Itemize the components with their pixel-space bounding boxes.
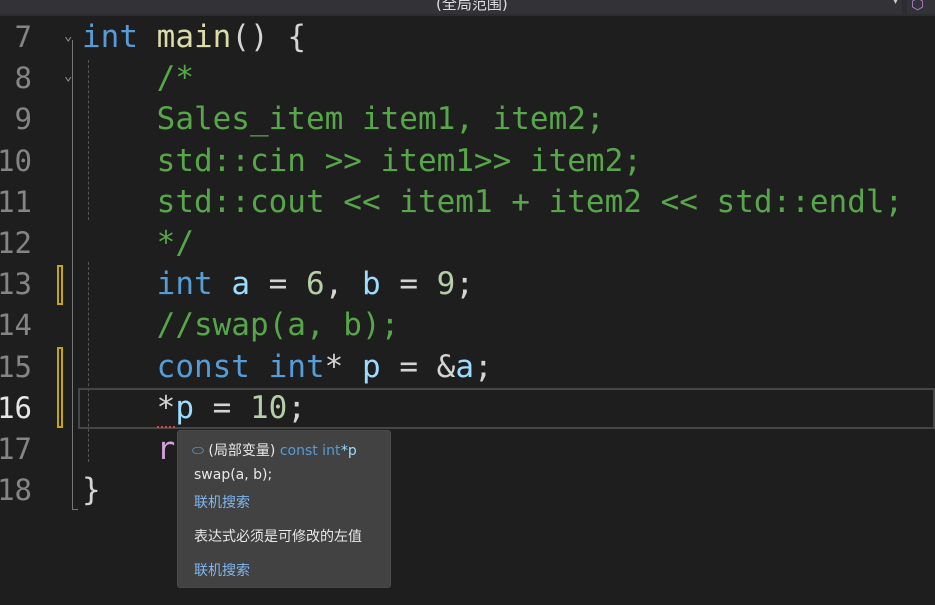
global-scope-dropdown[interactable]: (全局范围) ▾ xyxy=(412,0,902,14)
code-token: , xyxy=(324,266,362,303)
code-text: int a = 6, b = 9; xyxy=(82,264,474,305)
line-number: 7 xyxy=(14,20,32,54)
code-token: * xyxy=(324,348,362,385)
code-text: std::cout << item1 + item2 << std::endl; xyxy=(82,182,904,223)
fold-bracket xyxy=(72,40,78,510)
line-number: 10 xyxy=(0,143,32,178)
code-line[interactable]: 8 /* xyxy=(0,58,935,99)
code-text: /* xyxy=(82,58,194,99)
code-token: = & xyxy=(380,348,456,385)
code-token: */ xyxy=(82,225,194,261)
fold-toggle-icon[interactable]: ⌄ xyxy=(64,68,72,84)
line-number: 8 xyxy=(14,61,32,96)
signature-name: *p xyxy=(336,443,357,459)
code-token: a xyxy=(231,266,250,303)
search-online-link[interactable]: 联机搜索 xyxy=(194,560,250,580)
member-dropdown[interactable]: ⬡ xyxy=(907,0,935,14)
code-line[interactable]: 15 const int* p = &a; xyxy=(0,347,935,388)
code-text: int main() { xyxy=(82,17,306,58)
line-number: 18 xyxy=(0,473,32,508)
code-text: Sales_item item1, item2; xyxy=(82,99,605,140)
code-text: //swap(a, b); xyxy=(82,305,400,346)
code-line[interactable]: 18} xyxy=(0,470,935,511)
error-squiggle xyxy=(157,424,175,428)
code-token: int xyxy=(82,19,138,55)
code-token: std::cin >> item1>> item2; xyxy=(82,142,642,179)
dropdown-value: (全局范围) xyxy=(436,0,508,13)
code-token: () { xyxy=(231,19,306,55)
signature-type: const int xyxy=(279,443,341,459)
error-message: 表达式必须是可修改的左值 xyxy=(194,529,362,545)
code-text: */ xyxy=(82,223,194,264)
search-online-link[interactable]: 联机搜索 xyxy=(194,492,250,512)
code-line[interactable]: 7 int main() { xyxy=(0,17,935,58)
code-token: //swap(a, b); xyxy=(82,307,400,344)
code-token: a xyxy=(455,348,474,385)
change-marker xyxy=(57,347,63,428)
code-token: const xyxy=(156,348,250,385)
code-token: std::cout << item1 + item2 << std::endl; xyxy=(82,183,904,220)
code-line[interactable]: 11 std::cout << item1 + item2 << std::en… xyxy=(0,182,935,223)
symbol-kind: (局部变量) xyxy=(208,443,276,459)
code-text: r xyxy=(82,429,176,470)
code-token: /* xyxy=(82,60,194,97)
code-line[interactable]: 9 Sales_item item1, item2; xyxy=(0,99,935,140)
line-number: 16 xyxy=(0,390,32,425)
code-token: ; xyxy=(455,266,475,303)
code-token: = xyxy=(250,266,306,303)
chevron-down-icon: ▾ xyxy=(892,0,898,7)
line-number: 14 xyxy=(0,308,32,343)
code-line[interactable]: 14 //swap(a, b); xyxy=(0,305,935,346)
change-marker xyxy=(57,265,63,305)
indent-guide xyxy=(88,262,89,462)
code-token: main xyxy=(156,19,232,55)
doc-comment: swap(a, b); xyxy=(194,467,273,483)
code-line[interactable]: 17 r xyxy=(0,429,935,470)
code-token: p xyxy=(361,348,381,385)
code-line[interactable]: 12 */ xyxy=(0,223,935,264)
code-token: int xyxy=(156,266,213,303)
code-line[interactable]: 10 std::cin >> item1>> item2; xyxy=(0,141,935,182)
code-token: int xyxy=(268,348,325,385)
code-text: std::cin >> item1>> item2; xyxy=(82,141,642,182)
code-token: b xyxy=(362,266,381,303)
code-token: = xyxy=(380,266,437,303)
code-token: 9 xyxy=(436,266,456,303)
local-variable-icon: ⬭ xyxy=(192,443,204,459)
navigation-bar: ▾ (全局范围) ▾ ⬡ xyxy=(0,0,935,16)
quick-info-tooltip: ⬭ (局部变量) const int *p swap(a, b); 联机搜索 表… xyxy=(177,430,391,588)
code-token: r xyxy=(156,431,176,467)
code-token: Sales_item item1, item2; xyxy=(82,101,605,138)
line-number: 11 xyxy=(0,184,32,219)
code-token: ; xyxy=(473,348,493,385)
code-token: } xyxy=(82,472,101,509)
cube-icon: ⬡ xyxy=(911,0,925,13)
indent-guide xyxy=(88,60,89,220)
line-number: 15 xyxy=(0,349,32,384)
code-line[interactable]: 13 int a = 6, b = 9; xyxy=(0,264,935,305)
code-token: 6 xyxy=(306,266,325,303)
code-text: } xyxy=(82,470,101,511)
current-line-highlight xyxy=(78,388,935,429)
line-number: 17 xyxy=(0,432,32,466)
line-number: 12 xyxy=(0,226,32,260)
code-text: const int* p = &a; xyxy=(82,347,493,388)
line-number: 9 xyxy=(14,102,32,137)
fold-toggle-icon[interactable]: ⌄ xyxy=(64,28,72,44)
line-number: 13 xyxy=(0,267,32,302)
